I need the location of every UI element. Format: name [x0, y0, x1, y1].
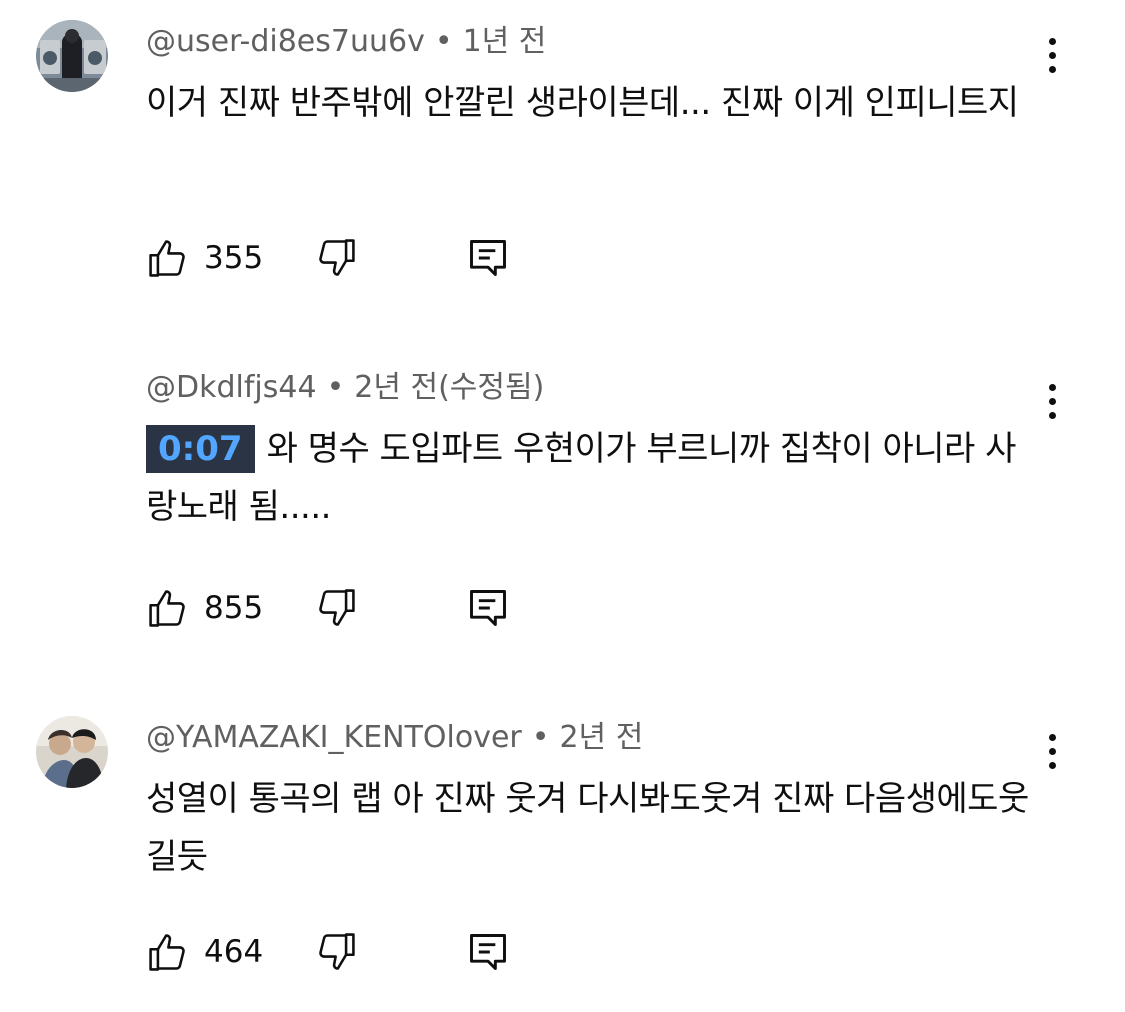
author-handle[interactable]: @YAMAZAKI_KENTOlover [146, 720, 522, 755]
more-vertical-icon [1049, 384, 1056, 391]
comment-time: 2년 전 [354, 370, 439, 405]
comment-text: 0:07 와 명수 도입파트 우현이가 부르니까 집착이 아니라 사랑노래 됨..… [146, 420, 1046, 536]
avatar[interactable] [36, 716, 108, 788]
comment-actions: 855 [146, 586, 546, 630]
comment-time: 2년 전 [559, 720, 644, 755]
comment-item: @user-di8es7uu6v • 1년 전 이거 진짜 반주밖에 안깔린 생라이… [0, 0, 1125, 320]
comment-item: @YAMAZAKI_KENTOlover • 2년 전 성열이 통곡의 랩 아 진짜… [0, 700, 1125, 1012]
thumb-down-icon[interactable] [314, 586, 358, 630]
meta-separator: • [531, 720, 550, 755]
more-options-button[interactable] [1040, 730, 1066, 774]
reply-icon[interactable] [466, 236, 510, 280]
thumb-up-icon[interactable] [146, 930, 190, 974]
timestamp-link[interactable]: 0:07 [146, 425, 255, 473]
comment-text: 성열이 통곡의 랩 아 진짜 웃겨 다시봐도웃겨 진짜 다음생에도웃길듯 [146, 779, 1029, 877]
more-vertical-icon [1049, 734, 1056, 741]
author-handle[interactable]: @Dkdlfjs44 [146, 370, 317, 405]
comment-meta: @Dkdlfjs44 • 2년 전(수정됨) [146, 370, 544, 406]
more-options-button[interactable] [1040, 380, 1066, 424]
meta-separator: • [434, 24, 453, 59]
comment-actions: 355 [146, 236, 546, 280]
comment-meta: @user-di8es7uu6v • 1년 전 [146, 24, 546, 60]
comment-time: 1년 전 [462, 24, 547, 59]
thumb-down-icon[interactable] [314, 236, 358, 280]
comment-text-body: 와 명수 도입파트 우현이가 부르니까 집착이 아니라 사랑노래 됨..... [146, 429, 1016, 527]
like-count: 855 [204, 590, 264, 626]
like-count: 464 [204, 934, 264, 970]
thumb-down-icon[interactable] [314, 930, 358, 974]
more-vertical-icon [1049, 38, 1056, 45]
comment-item: @Dkdlfjs44 • 2년 전(수정됨) 0:07 와 명수 도입파트 우현이가 … [0, 350, 1125, 670]
edited-label: (수정됨) [438, 370, 545, 405]
thumb-up-icon[interactable] [146, 236, 190, 280]
comment-actions: 464 [146, 930, 546, 974]
comment-meta: @YAMAZAKI_KENTOlover • 2년 전 [146, 720, 643, 756]
avatar[interactable] [36, 20, 108, 92]
more-options-button[interactable] [1040, 34, 1066, 78]
like-count: 355 [204, 240, 264, 276]
reply-icon[interactable] [466, 930, 510, 974]
thumb-up-icon[interactable] [146, 586, 190, 630]
author-handle[interactable]: @user-di8es7uu6v [146, 24, 425, 59]
meta-separator: • [326, 370, 345, 405]
comment-text: 이거 진짜 반주밖에 안깔린 생라이븐데... 진짜 이게 인피니트지 [146, 83, 1019, 123]
reply-icon[interactable] [466, 586, 510, 630]
